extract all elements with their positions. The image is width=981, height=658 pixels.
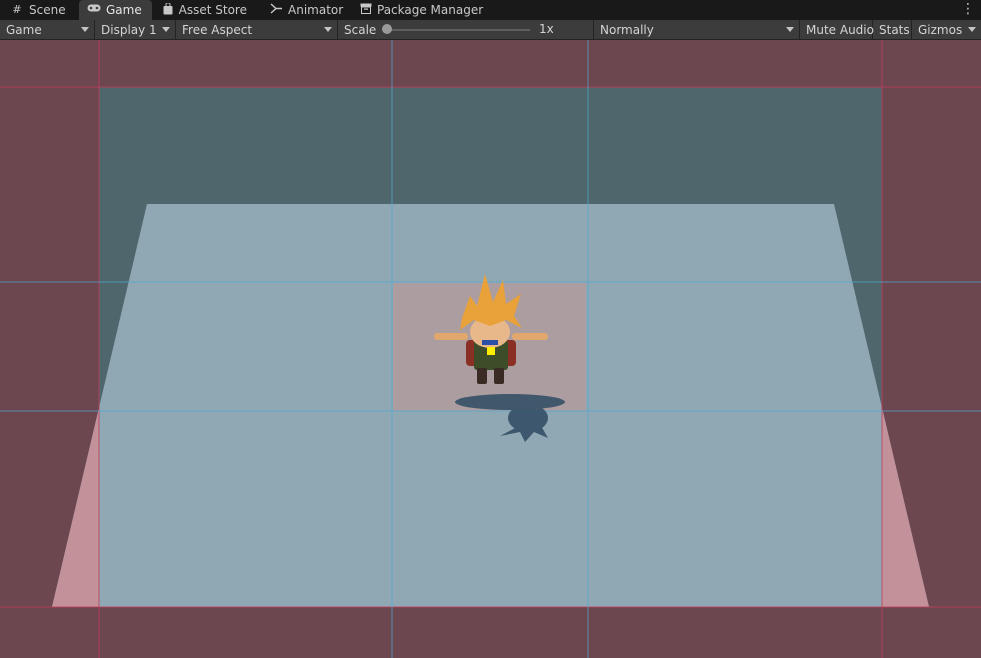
stats-label: Stats bbox=[879, 22, 910, 37]
gizmos-dropdown[interactable] bbox=[963, 20, 981, 39]
tab-label: Asset Store bbox=[178, 3, 247, 17]
tab-label: Game bbox=[106, 3, 142, 17]
view-mode-dropdown[interactable]: Game bbox=[0, 20, 95, 39]
tab-package-manager[interactable]: Package Manager bbox=[352, 0, 490, 20]
scale-label: Scale bbox=[344, 22, 377, 37]
tab-animator[interactable]: Animator bbox=[262, 0, 346, 20]
editor-tab-bar: # Scene Game Asset Store Animator Packag… bbox=[0, 0, 981, 20]
scale-slider-track[interactable] bbox=[386, 29, 530, 31]
play-mode-dropdown[interactable]: Normally bbox=[594, 20, 800, 39]
more-options-icon[interactable]: ⋮ bbox=[961, 0, 975, 20]
gizmos-label: Gizmos bbox=[918, 22, 963, 37]
aspect-dropdown[interactable]: Free Aspect bbox=[176, 20, 338, 39]
animator-icon bbox=[270, 3, 283, 17]
chevron-down-icon bbox=[324, 27, 332, 32]
display-dropdown[interactable]: Display 1 bbox=[95, 20, 176, 39]
tab-label: Package Manager bbox=[377, 3, 484, 17]
package-icon bbox=[360, 3, 372, 17]
tab-scene[interactable]: # Scene bbox=[2, 0, 76, 20]
game-render bbox=[0, 40, 981, 658]
game-view-toolbar: Game Display 1 Free Aspect Scale 1x Norm… bbox=[0, 20, 981, 40]
chevron-down-icon bbox=[968, 27, 976, 32]
player-marker bbox=[487, 347, 495, 355]
gizmos-toggle[interactable]: Gizmos bbox=[912, 20, 963, 39]
chevron-down-icon bbox=[81, 27, 89, 32]
aspect-label: Free Aspect bbox=[182, 22, 253, 37]
view-mode-label: Game bbox=[6, 22, 42, 37]
tab-game[interactable]: Game bbox=[79, 0, 152, 20]
chevron-down-icon bbox=[162, 27, 170, 32]
mute-audio-toggle[interactable]: Mute Audio bbox=[800, 20, 874, 39]
stats-toggle[interactable]: Stats bbox=[873, 20, 912, 39]
grid-icon: # bbox=[12, 3, 22, 16]
game-viewport[interactable] bbox=[0, 40, 981, 658]
display-label: Display 1 bbox=[101, 22, 157, 37]
scale-slider-handle[interactable] bbox=[382, 24, 392, 34]
tab-label: Animator bbox=[288, 3, 344, 17]
bag-icon bbox=[163, 2, 174, 17]
mute-audio-label: Mute Audio bbox=[806, 22, 874, 37]
play-mode-label: Normally bbox=[600, 22, 654, 37]
tab-asset-store[interactable]: Asset Store bbox=[155, 0, 255, 20]
scale-control: Scale 1x bbox=[338, 20, 594, 39]
tab-label: Scene bbox=[29, 3, 66, 17]
chevron-down-icon bbox=[786, 27, 794, 32]
gamepad-icon bbox=[87, 3, 101, 17]
scale-value: 1x bbox=[539, 22, 554, 36]
